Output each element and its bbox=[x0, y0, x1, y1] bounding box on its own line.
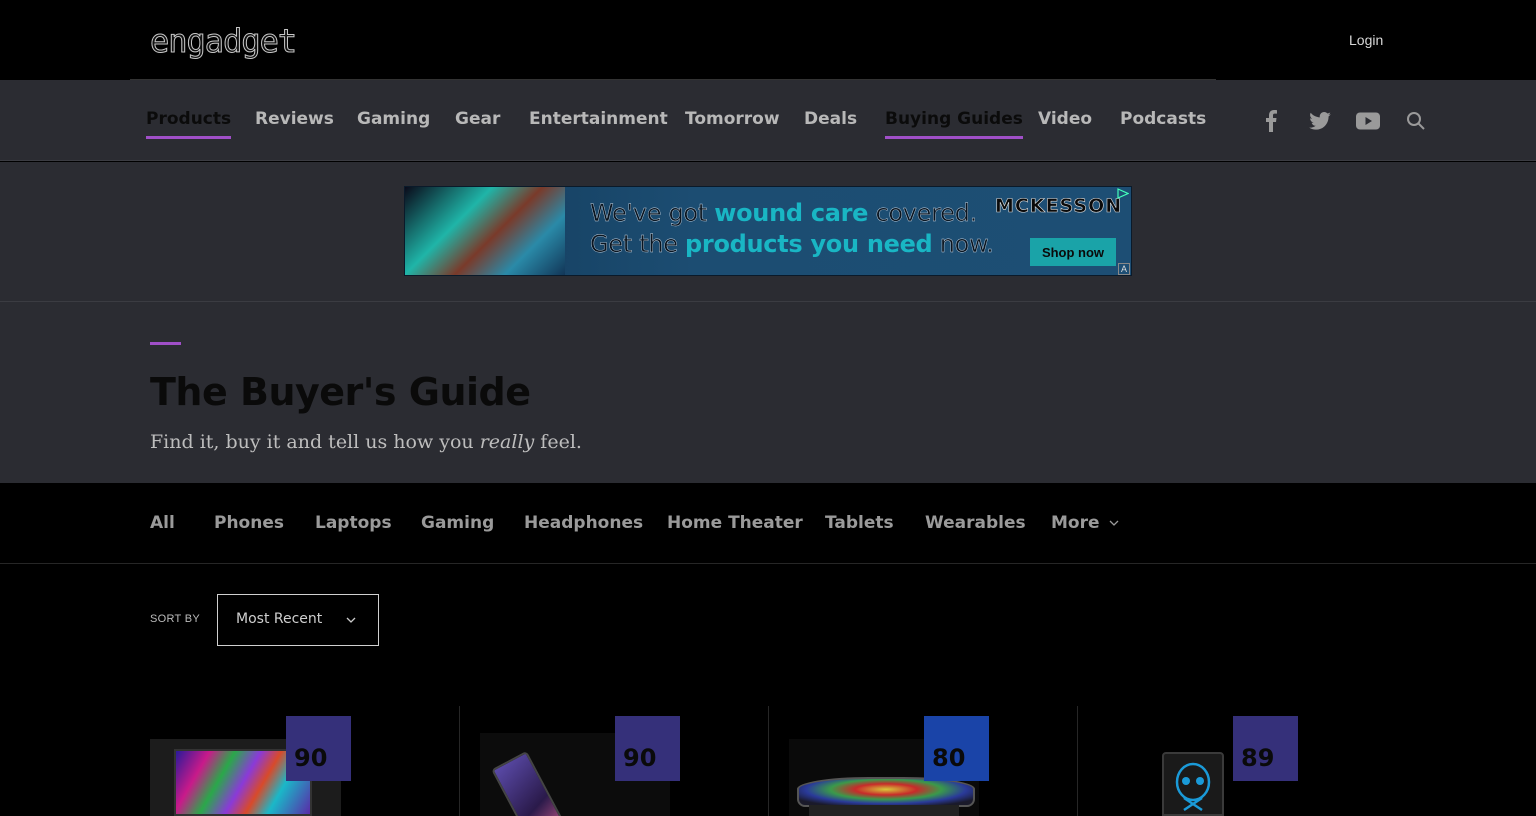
page-title: The Buyer's Guide bbox=[150, 370, 531, 414]
search-icon[interactable] bbox=[1403, 108, 1429, 134]
category-headphones[interactable]: Headphones bbox=[524, 513, 643, 533]
category-home-theater[interactable]: Home Theater bbox=[667, 513, 803, 533]
nav-item-entertainment[interactable]: Entertainment bbox=[529, 109, 668, 129]
hero-section: The Buyer's Guide Find it, buy it and te… bbox=[0, 302, 1536, 483]
review-score: 89 bbox=[1233, 716, 1298, 781]
review-score: 80 bbox=[924, 716, 989, 781]
category-nav: All Phones Laptops Gaming Headphones Hom… bbox=[0, 483, 1536, 564]
review-score: 90 bbox=[286, 716, 351, 781]
review-score: 90 bbox=[615, 716, 680, 781]
nav-item-podcasts[interactable]: Podcasts bbox=[1120, 109, 1206, 129]
ad-headline-1: We've got wound care covered. bbox=[590, 199, 978, 227]
category-wearables[interactable]: Wearables bbox=[925, 513, 1026, 533]
sort-select[interactable]: Most Recent bbox=[217, 594, 379, 646]
youtube-icon[interactable] bbox=[1355, 108, 1381, 134]
nav-item-gaming[interactable]: Gaming bbox=[357, 109, 430, 129]
nav-item-video[interactable]: Video bbox=[1038, 109, 1092, 129]
twitter-icon[interactable] bbox=[1307, 108, 1333, 134]
nav-item-reviews[interactable]: Reviews bbox=[255, 109, 334, 129]
ad-shop-now-button[interactable]: Shop now bbox=[1030, 238, 1116, 266]
skull-icon bbox=[1175, 762, 1211, 812]
login-link[interactable]: Login bbox=[1349, 32, 1383, 48]
facebook-icon[interactable] bbox=[1258, 108, 1284, 134]
advertisement-banner[interactable]: We've got wound care covered. Get the pr… bbox=[404, 186, 1132, 276]
category-all[interactable]: All bbox=[150, 513, 175, 533]
top-bar: engadget Login bbox=[0, 0, 1536, 80]
category-phones[interactable]: Phones bbox=[214, 513, 284, 533]
ad-image bbox=[405, 187, 565, 275]
category-tablets[interactable]: Tablets bbox=[825, 513, 894, 533]
nav-item-buying-guides[interactable]: Buying Guides bbox=[885, 109, 1023, 139]
product-card[interactable]: 80 bbox=[789, 706, 1079, 816]
adchoices-icon[interactable] bbox=[1117, 188, 1131, 200]
category-gaming[interactable]: Gaming bbox=[421, 513, 494, 533]
category-more-label: More bbox=[1051, 513, 1100, 533]
product-image bbox=[1162, 752, 1224, 816]
divider bbox=[459, 706, 460, 816]
nav-item-gear[interactable]: Gear bbox=[455, 109, 500, 129]
product-card[interactable]: 90 bbox=[150, 706, 440, 816]
nav-item-deals[interactable]: Deals bbox=[804, 109, 857, 129]
product-card[interactable]: 90 bbox=[480, 706, 770, 816]
ad-headline-2: Get the products you need now. bbox=[590, 230, 994, 258]
chevron-down-icon bbox=[1109, 520, 1119, 526]
category-laptops[interactable]: Laptops bbox=[315, 513, 392, 533]
engadget-logo[interactable]: engadget bbox=[149, 22, 297, 61]
chevron-down-icon bbox=[346, 617, 356, 623]
ad-band: We've got wound care covered. Get the pr… bbox=[0, 162, 1536, 302]
accent-bar bbox=[150, 342, 181, 345]
ad-brand-logo: MCKESSON bbox=[995, 195, 1123, 218]
nav-item-products[interactable]: Products bbox=[146, 109, 232, 139]
page-subtitle: Find it, buy it and tell us how you real… bbox=[150, 431, 582, 453]
sort-select-value: Most Recent bbox=[236, 611, 323, 627]
main-nav: Products Reviews Gaming Gear Entertainme… bbox=[0, 80, 1536, 161]
sort-by-label: SORT BY bbox=[150, 613, 200, 625]
nav-item-tomorrow[interactable]: Tomorrow bbox=[685, 109, 780, 129]
product-card[interactable]: 89 bbox=[1098, 706, 1388, 816]
ad-badge: A bbox=[1118, 263, 1130, 275]
category-more[interactable]: More bbox=[1051, 513, 1119, 533]
